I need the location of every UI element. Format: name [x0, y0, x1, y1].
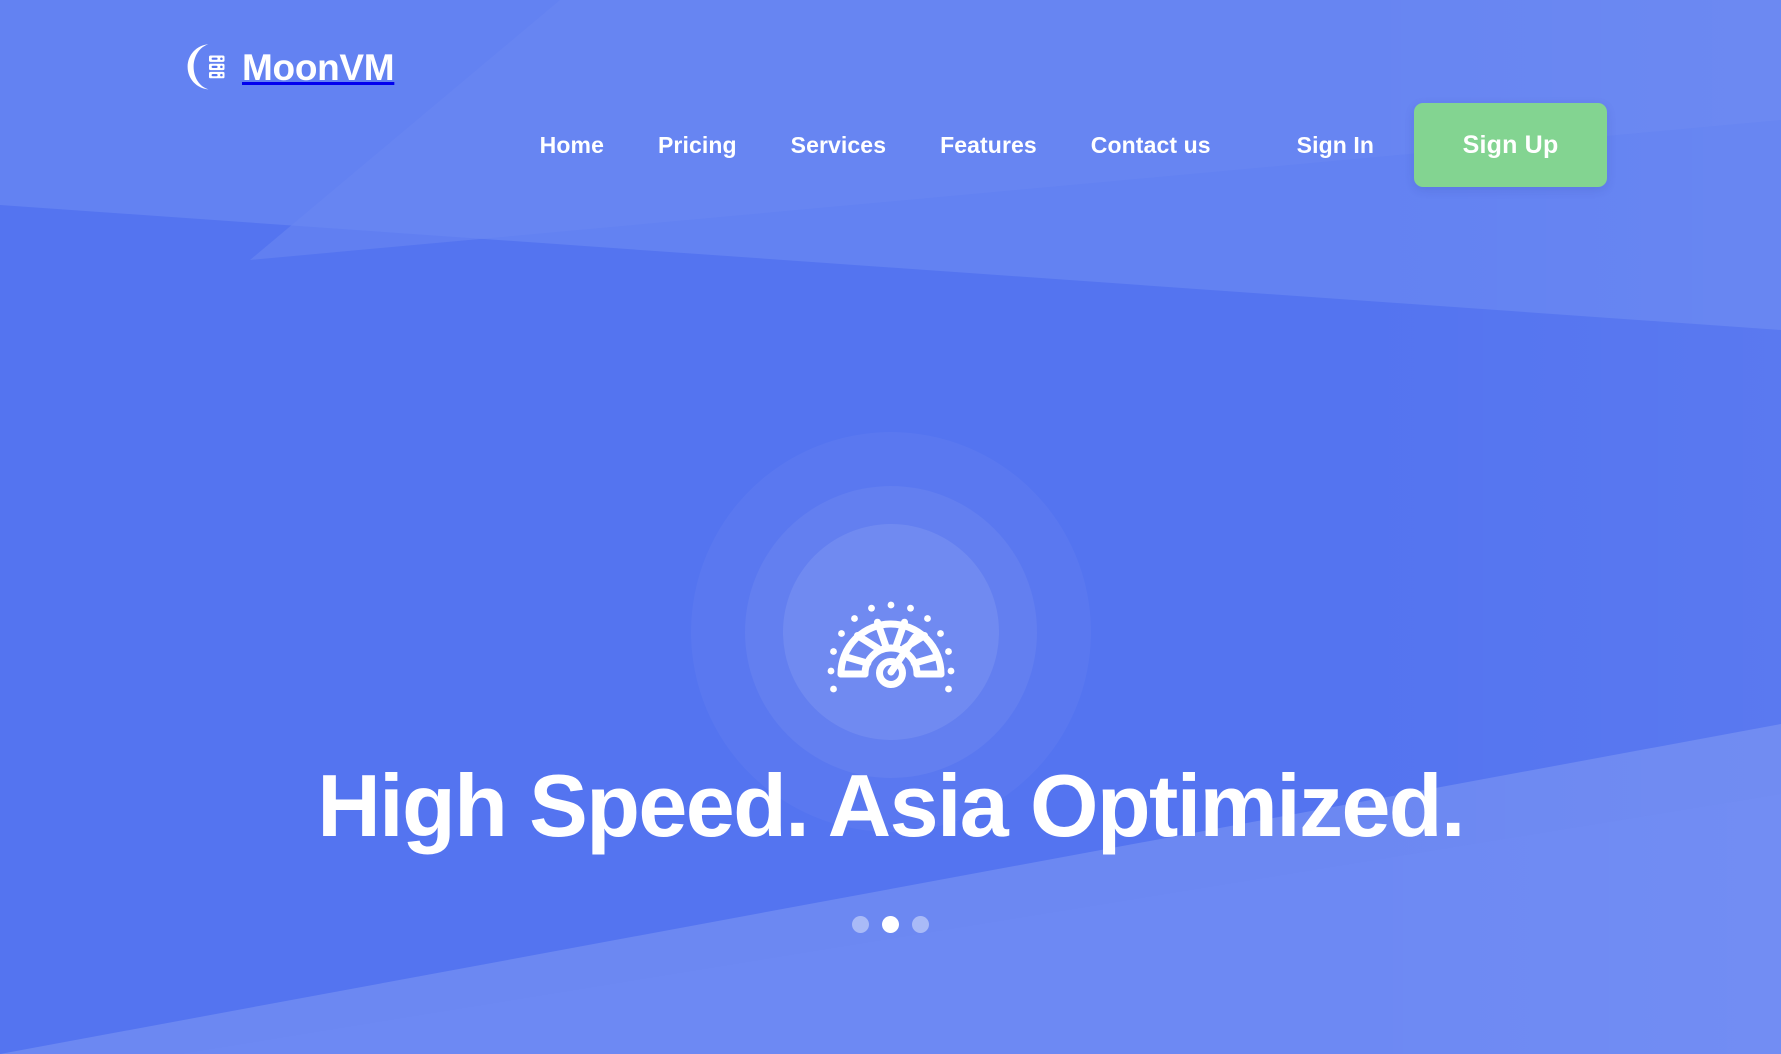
brand-name: MoonVM	[242, 46, 395, 88]
nav-link-pricing[interactable]: Pricing	[631, 106, 764, 184]
nav-link-features[interactable]: Features	[913, 106, 1064, 184]
moon-server-icon	[182, 42, 228, 92]
carousel-dot-1[interactable]	[852, 916, 869, 933]
carousel-dot-2[interactable]	[882, 916, 899, 933]
brand-logo[interactable]: MoonVM	[182, 42, 395, 92]
sign-up-button[interactable]: Sign Up	[1414, 103, 1607, 187]
nav-link-services[interactable]: Services	[764, 106, 913, 184]
carousel-dot-3[interactable]	[912, 916, 929, 933]
main-navigation: Home Pricing Services Features Contact u…	[513, 103, 1607, 187]
nav-link-contact-us[interactable]: Contact us	[1064, 106, 1238, 184]
site-header: MoonVM Home Pricing Services Features Co…	[0, 0, 1781, 200]
sign-in-link[interactable]: Sign In	[1270, 106, 1414, 184]
landing-page: MoonVM Home Pricing Services Features Co…	[0, 0, 1781, 1054]
nav-link-home[interactable]: Home	[513, 106, 631, 184]
carousel-pagination	[0, 916, 1781, 933]
hero-headline: High Speed. Asia Optimized.	[317, 756, 1465, 855]
speedometer-icon	[811, 552, 971, 712]
